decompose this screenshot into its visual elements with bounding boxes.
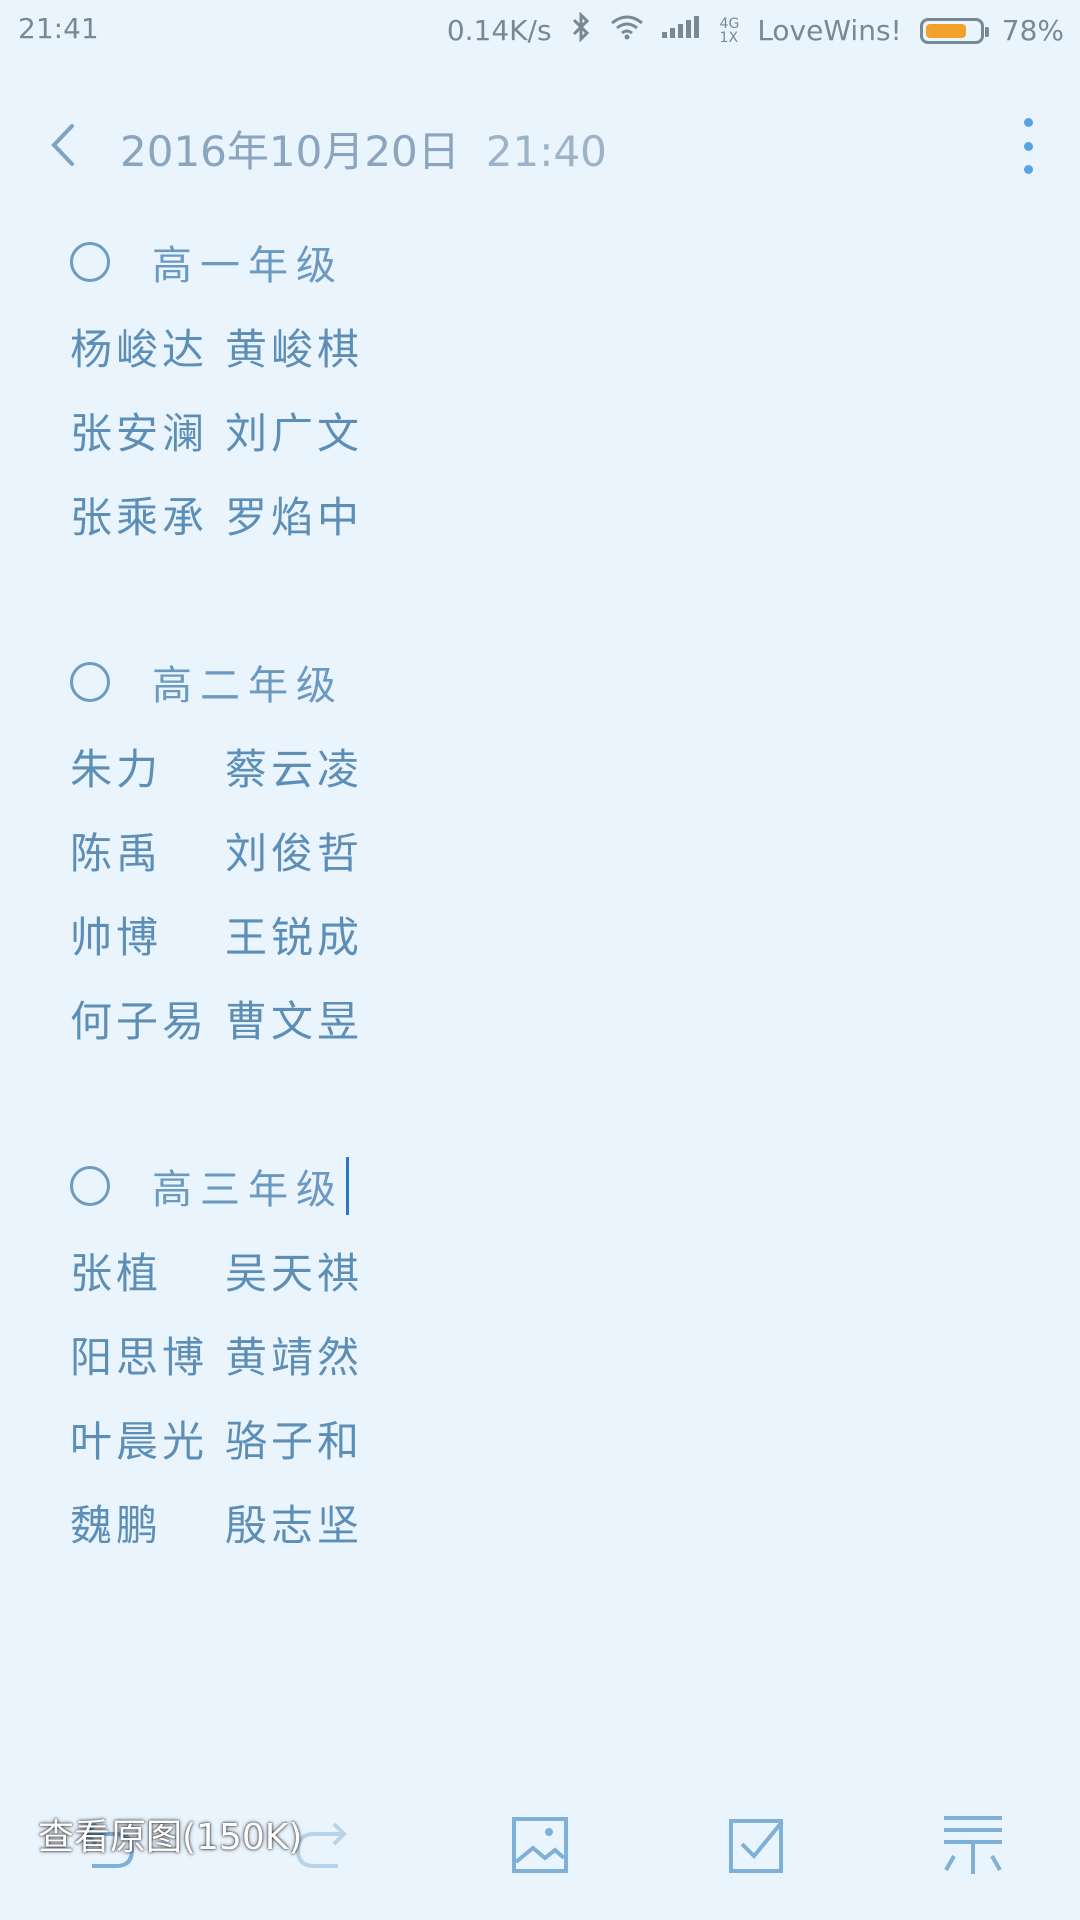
student-name: 罗焰中: [225, 492, 364, 542]
status-bar: 21:41 0.14K/s 4G 1X LoveWins! 78%: [0, 0, 1080, 60]
network-type: 4G 1X: [720, 17, 740, 45]
student-name: 阳思博: [70, 1332, 209, 1382]
battery-percent: 78%: [1001, 14, 1064, 47]
student-name: 朱力: [70, 744, 163, 794]
name-row: 张安澜 刘广文: [70, 388, 970, 472]
name-row: 张植 吴天祺: [70, 1228, 970, 1312]
checklist-circle[interactable]: [70, 662, 110, 702]
text-style-button[interactable]: [938, 1810, 1008, 1880]
checklist-circle[interactable]: [70, 1166, 110, 1206]
bluetooth-icon: [570, 11, 592, 49]
section-title: 高三年级: [152, 1167, 344, 1213]
student-name: 黄靖然: [225, 1332, 364, 1382]
network-type-bottom: 1X: [719, 29, 739, 46]
section-header: 高三年级: [70, 1144, 970, 1228]
student-name: 曹文昱: [225, 996, 364, 1046]
status-time: 21:41: [18, 12, 99, 45]
note-timestamp: 2016年10月20日 21:40: [120, 118, 607, 179]
more-options-button[interactable]: [1016, 118, 1040, 174]
student-name: 叶晨光: [70, 1416, 209, 1466]
student-name: 刘俊哲: [225, 828, 364, 878]
view-original-link[interactable]: 查看原图(150K): [38, 1808, 302, 1860]
section-title: 高二年级: [152, 663, 344, 709]
wifi-icon: [610, 14, 644, 47]
name-row: 帅博 王锐成: [70, 892, 970, 976]
note-header: 2016年10月20日 21:40: [0, 100, 1080, 190]
network-speed: 0.14K/s: [446, 14, 552, 47]
battery-fill: [925, 23, 967, 38]
insert-image-button[interactable]: [505, 1810, 575, 1880]
student-name: 黄峻棋: [225, 324, 364, 374]
grade-section: 高三年级 张植 吴天祺 阳思博 黄靖然 叶晨光 骆子和 魏鹏 殷志坚: [70, 1144, 970, 1564]
image-icon: [512, 1817, 568, 1873]
more-dot-icon: [1023, 141, 1033, 151]
name-row: 杨峻达 黄峻棋: [70, 304, 970, 388]
grade-section: 高二年级 朱力 蔡云凌 陈禹 刘俊哲 帅博 王锐成 何子易 曹文昱: [70, 640, 970, 1060]
chevron-left-icon: [51, 124, 74, 166]
network-type-top: 4G: [719, 15, 740, 32]
student-name: 张安澜: [70, 408, 209, 458]
text-cursor: [346, 1157, 349, 1215]
name-row: 何子易 曹文昱: [70, 976, 970, 1060]
student-name: 骆子和: [225, 1416, 364, 1466]
more-dot-icon: [1023, 118, 1033, 127]
student-name: 帅博: [70, 912, 163, 962]
student-name: 张乘承: [70, 492, 209, 542]
name-row: 朱力 蔡云凌: [70, 724, 970, 808]
carrier-name: LoveWins!: [757, 14, 902, 47]
student-name: 杨峻达: [70, 324, 209, 374]
checklist-icon: [729, 1819, 784, 1873]
name-row: 魏鹏 殷志坚: [70, 1480, 970, 1564]
name-row: 张乘承 罗焰中: [70, 472, 970, 556]
name-row: 陈禹 刘俊哲: [70, 808, 970, 892]
student-name: 蔡云凌: [225, 744, 364, 794]
note-time: 21:40: [485, 127, 607, 176]
back-button[interactable]: [40, 120, 90, 170]
student-name: 王锐成: [225, 912, 364, 962]
note-body[interactable]: 高一年级 杨峻达 黄峻棋 张安澜 刘广文 张乘承 罗焰中 高二年级 朱力 蔡云凌 陈禹 刘…: [70, 220, 970, 1648]
section-header: 高二年级: [70, 640, 970, 724]
student-name: 魏鹏: [70, 1500, 163, 1550]
grade-section: 高一年级 杨峻达 黄峻棋 张安澜 刘广文 张乘承 罗焰中: [70, 220, 970, 556]
student-name: 陈禹: [70, 828, 163, 878]
student-name: 何子易: [70, 996, 209, 1046]
checklist-circle[interactable]: [70, 242, 110, 282]
student-name: 吴天祺: [225, 1248, 364, 1298]
student-name: 殷志坚: [225, 1500, 364, 1550]
more-dot-icon: [1023, 165, 1033, 174]
section-header: 高一年级: [70, 220, 970, 304]
name-row: 阳思博 黄靖然: [70, 1312, 970, 1396]
text-style-icon: [944, 1816, 1002, 1874]
name-row: 叶晨光 骆子和: [70, 1396, 970, 1480]
note-date: 2016年10月20日: [120, 127, 460, 176]
signal-icon: [661, 14, 702, 47]
student-name: 张植: [70, 1248, 163, 1298]
checklist-button[interactable]: [722, 1810, 792, 1880]
status-right: 0.14K/s 4G 1X LoveWins! 78%: [446, 11, 1064, 49]
section-title: 高一年级: [152, 243, 344, 289]
battery-icon: [919, 17, 989, 44]
student-name: 刘广文: [225, 408, 364, 458]
